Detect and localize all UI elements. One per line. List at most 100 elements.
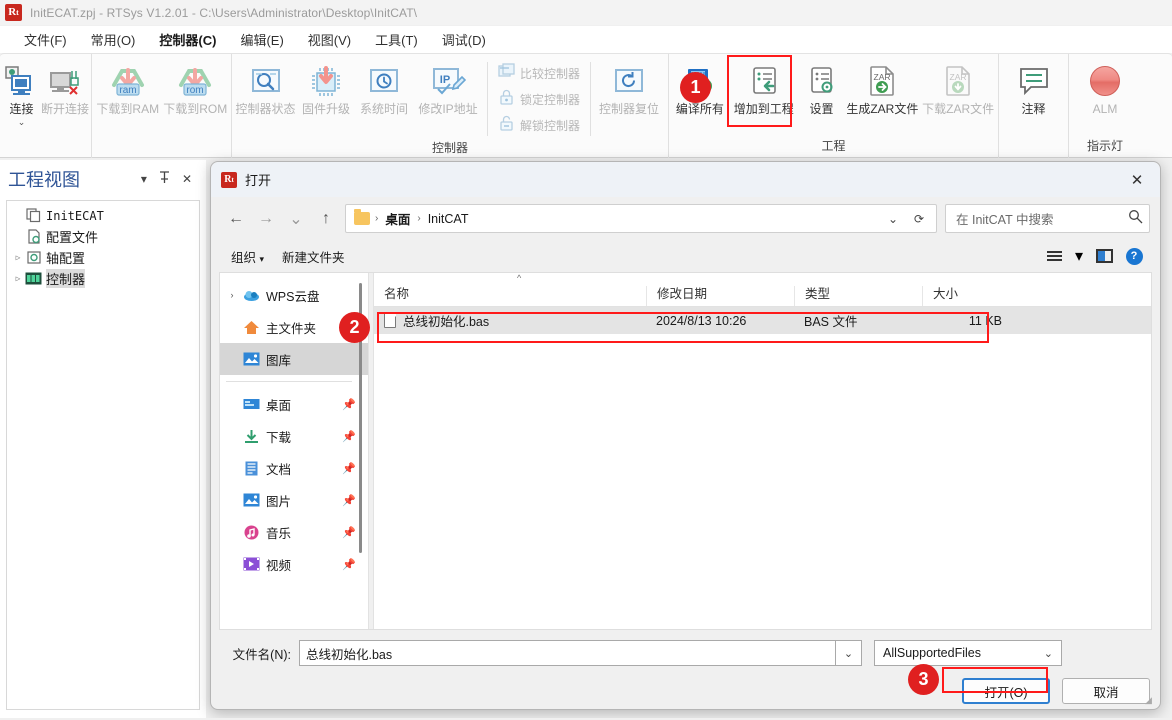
pin-icon[interactable]: 📌 — [342, 494, 356, 507]
download-zar-button[interactable]: ZAR 下载ZAR文件 — [920, 58, 996, 116]
view-options-chevron-down-icon[interactable]: ▾ — [1070, 243, 1088, 269]
downloads-icon — [240, 429, 262, 444]
forward-button[interactable]: → — [251, 204, 281, 234]
recent-locations-button[interactable]: ⌄ — [281, 204, 311, 234]
controller-reset-button[interactable]: 控制器复位 — [595, 58, 663, 116]
generate-zar-button[interactable]: ZAR 生成ZAR文件 — [844, 58, 920, 116]
open-button[interactable]: 打开(O) — [962, 678, 1050, 704]
column-header-size[interactable]: 大小 — [922, 286, 1012, 306]
alarm-led-button[interactable]: ALM — [1075, 58, 1135, 116]
tree-item-controller[interactable]: ▷ 控制器 — [7, 268, 199, 289]
column-header-type[interactable]: 类型 — [794, 286, 922, 306]
address-bar[interactable]: › 桌面 › InitCAT ⌄ ⟳ — [345, 204, 937, 233]
organize-button[interactable]: 组织 ▾ — [223, 247, 274, 266]
column-header-date[interactable]: 修改日期 — [646, 286, 794, 306]
close-icon[interactable]: ✕ — [176, 172, 198, 186]
ribbon-group-connection: 连接 ⌄ 断开连接 — [0, 54, 92, 158]
tree-item-axis-config[interactable]: ▷ 轴配置 — [7, 247, 199, 268]
comment-button[interactable]: 注释 — [1004, 58, 1064, 116]
chevron-down-icon[interactable]: ⌄ — [18, 118, 26, 127]
refresh-icon[interactable]: ⟳ — [906, 206, 932, 232]
pin-icon[interactable]: 📌 — [342, 430, 356, 443]
menu-item-view[interactable]: 视图(V) — [296, 26, 363, 54]
filename-dropdown-icon[interactable]: ⌄ — [836, 640, 862, 666]
pin-icon[interactable] — [153, 171, 176, 187]
ribbon-group-title-indicator: 指示灯 — [1086, 139, 1123, 153]
up-button[interactable]: ↑ — [311, 204, 341, 234]
download-ram-button[interactable]: ram 下载到RAM — [94, 58, 162, 116]
table-row[interactable]: 总线初始化.bas 2024/8/13 10:26 BAS 文件 11 KB — [374, 307, 1151, 334]
sort-ascending-icon: ^ — [517, 273, 522, 283]
nav-item-music[interactable]: 音乐 📌 — [220, 516, 368, 548]
add-to-project-button[interactable]: 增加到工程 — [729, 58, 799, 116]
compile-all-label: 编译所有 — [675, 102, 724, 116]
list-view-icon[interactable] — [1040, 243, 1068, 269]
tree-expander[interactable]: ▷ — [11, 274, 25, 283]
connect-button[interactable]: 连接 ⌄ — [2, 58, 41, 127]
help-icon[interactable]: ? — [1120, 243, 1148, 269]
disconnect-button[interactable]: 断开连接 — [41, 58, 89, 116]
nav-item-pictures[interactable]: 图片 📌 — [220, 484, 368, 516]
nav-item-documents[interactable]: 文档 📌 — [220, 452, 368, 484]
nav-item-label: 桌面 — [266, 398, 292, 413]
close-icon[interactable]: ✕ — [1114, 162, 1160, 197]
new-folder-button[interactable]: 新建文件夹 — [274, 247, 355, 266]
chevron-down-icon: ▾ — [259, 253, 265, 264]
tree-item-config-file[interactable]: 配置文件 — [7, 226, 199, 247]
nav-item-wps-cloud[interactable]: › WPS云盘 — [220, 279, 368, 311]
nav-item-gallery[interactable]: 图库 — [220, 343, 368, 375]
add-to-project-label: 增加到工程 — [733, 102, 794, 116]
breadcrumb-desktop[interactable]: 桌面 — [383, 209, 412, 228]
dropdown-icon[interactable]: ▾ — [135, 172, 153, 186]
controller-reset-label: 控制器复位 — [599, 102, 660, 116]
menu-item-edit[interactable]: 编辑(E) — [228, 26, 295, 54]
breadcrumb-initcat[interactable]: InitCAT — [426, 212, 471, 226]
menu-item-debug[interactable]: 调试(D) — [430, 26, 498, 54]
cancel-button[interactable]: 取消 — [1062, 678, 1150, 704]
resize-grip-icon[interactable]: ◢ — [1145, 695, 1155, 705]
nav-item-videos[interactable]: 视频 📌 — [220, 548, 368, 580]
firmware-upgrade-button[interactable]: 固件升级 — [297, 58, 355, 116]
column-header-name[interactable]: 名称 — [374, 286, 646, 306]
menu-item-file[interactable]: 文件(F) — [12, 26, 79, 54]
pin-icon[interactable]: 📌 — [342, 526, 356, 539]
search-placeholder: 在 InitCAT 中搜索 — [956, 213, 1054, 227]
address-dropdown-icon[interactable]: ⌄ — [880, 206, 906, 232]
menu-item-controller[interactable]: 控制器(C) — [147, 26, 228, 57]
tree-expander[interactable]: ▷ — [11, 253, 25, 262]
pin-icon[interactable]: 📌 — [342, 398, 356, 411]
download-rom-button[interactable]: rom 下载到ROM — [162, 58, 230, 116]
nav-item-downloads[interactable]: 下载 📌 — [220, 420, 368, 452]
compare-controller-button[interactable]: 比较控制器 — [492, 60, 586, 86]
controller-status-icon — [249, 63, 283, 99]
menu-item-tools[interactable]: 工具(T) — [363, 26, 430, 54]
system-time-button[interactable]: 系统时间 — [355, 58, 413, 116]
controller-status-button[interactable]: 控制器状态 — [234, 58, 297, 116]
unlock-controller-button[interactable]: 解锁控制器 — [492, 112, 586, 138]
edit-ip-button[interactable]: IP 修改IP地址 — [413, 58, 483, 116]
tree-item-initecat[interactable]: InitECAT — [7, 205, 199, 226]
preview-pane-icon[interactable] — [1090, 243, 1118, 269]
nav-item-label: WPS云盘 — [266, 289, 320, 304]
search-icon[interactable] — [1128, 209, 1143, 229]
system-time-icon — [367, 63, 401, 99]
back-button[interactable]: ← — [221, 204, 251, 234]
file-name-label: 总线初始化.bas — [403, 315, 490, 329]
dialog-title: 打开 — [245, 173, 272, 188]
filename-input[interactable]: 总线初始化.bas — [299, 640, 836, 666]
search-input[interactable]: 在 InitCAT 中搜索 — [945, 204, 1150, 233]
ribbon-group-comment: 注释 — [999, 54, 1069, 158]
title-bar: Rt InitECAT.zpj - RTSys V1.2.01 - C:\Use… — [0, 0, 1172, 26]
file-type-filter-select[interactable]: AllSupportedFiles ⌄ — [874, 640, 1062, 666]
file-size-cell: 11 KB — [968, 313, 1002, 328]
settings-button[interactable]: 设置 — [799, 58, 845, 116]
file-type-filter-value: AllSupportedFiles — [883, 646, 981, 660]
chevron-right-icon[interactable]: › — [224, 290, 240, 300]
ribbon-group-indicator: ALM 指示灯 — [1069, 54, 1141, 158]
nav-item-desktop[interactable]: 桌面 📌 — [220, 388, 368, 420]
menu-item-common[interactable]: 常用(O) — [79, 26, 148, 54]
lock-controller-button[interactable]: 锁定控制器 — [492, 86, 586, 112]
pin-icon[interactable]: 📌 — [342, 462, 356, 475]
svg-text:ZAR: ZAR — [950, 72, 967, 82]
pin-icon[interactable]: 📌 — [342, 558, 356, 571]
